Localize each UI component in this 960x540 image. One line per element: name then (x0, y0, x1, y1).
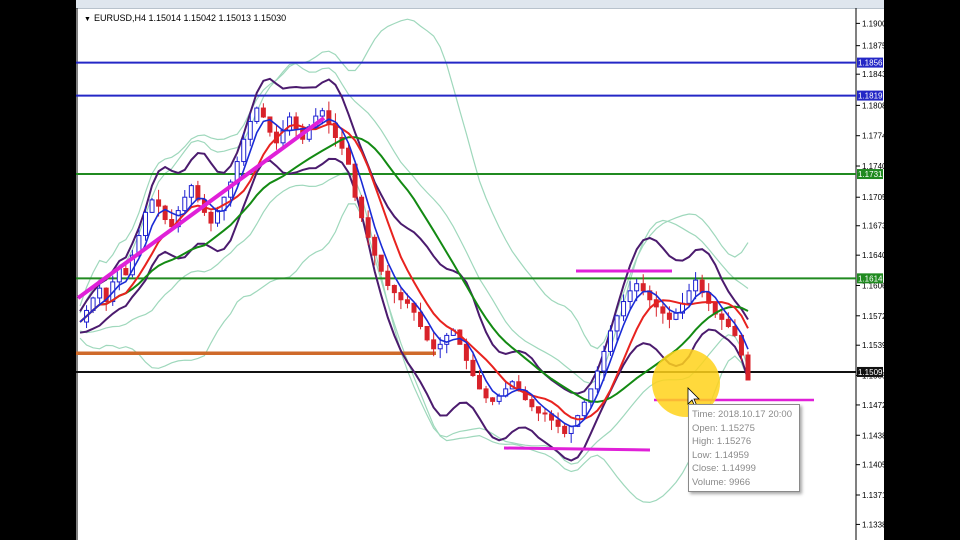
level-price-label: 1.1509 (858, 368, 883, 377)
chart-window: 1.19001.18751.18431.18081.17741.17401.17… (76, 0, 884, 540)
candle-body (686, 290, 692, 304)
level-price-label: 1.1731 (858, 170, 883, 179)
candle-body (562, 425, 568, 434)
tooltip-open: Open: 1.15275 (692, 422, 755, 434)
y-tick-label: 1.1539 (862, 341, 884, 350)
candle-body (215, 210, 221, 224)
candle-body (254, 107, 260, 122)
candle-body (607, 330, 613, 352)
candle-body (627, 290, 633, 303)
y-tick-label: 1.1572 (862, 312, 884, 321)
symbol-quote: EURUSD,H4 1.15014 1.15042 1.15013 1.1503… (93, 13, 287, 23)
blue-moving-average (79, 118, 749, 428)
candle-body (359, 196, 365, 219)
candle-body (372, 236, 378, 256)
candle-body (418, 311, 424, 327)
candle-body (346, 147, 352, 165)
candle-body (601, 350, 607, 372)
candle-body (490, 397, 496, 402)
y-tick-label: 1.1371 (862, 491, 884, 500)
candle-body (463, 343, 469, 361)
candle-body (732, 325, 738, 336)
candle-body (634, 283, 640, 292)
y-tick-label: 1.1843 (862, 70, 884, 79)
candle-body (496, 395, 502, 402)
y-tick-label: 1.1405 (862, 461, 884, 470)
candle-body (365, 217, 371, 238)
tooltip-close: Close: 1.14999 (692, 463, 756, 475)
candle-body (241, 138, 247, 163)
level-price-label: 1.1819 (858, 92, 883, 101)
candle-body (247, 120, 253, 140)
candle-body (260, 107, 266, 118)
candle-body (444, 334, 450, 345)
candle-body (182, 196, 188, 212)
candle-body (378, 254, 384, 272)
y-tick-label: 1.1774 (862, 132, 884, 141)
y-tick-label: 1.1438 (862, 431, 884, 440)
candle-body (123, 268, 129, 276)
candle-body (745, 354, 751, 381)
candle-body (542, 412, 548, 415)
candle-body (156, 199, 162, 207)
y-tick-label: 1.1875 (862, 42, 884, 51)
candle-body (149, 199, 155, 213)
candle-body (188, 185, 194, 198)
candle-body (666, 312, 672, 320)
candle-body (398, 292, 404, 301)
candle-body (614, 315, 620, 332)
tooltip-low: Low: 1.14959 (692, 449, 750, 461)
y-tick-label: 1.1673 (862, 222, 884, 231)
candle-body (660, 306, 666, 314)
candle-body (476, 375, 482, 390)
tooltip-time: Time: 2018.10.17 20:00 (692, 409, 792, 420)
candle-body (352, 163, 358, 198)
candle-body (621, 301, 627, 317)
candle-body (699, 279, 705, 294)
candle-body (142, 211, 148, 237)
candle-body (673, 312, 679, 320)
y-tick-label: 1.1472 (862, 401, 884, 410)
level-price-label: 1.1614 (858, 274, 883, 283)
candle-body (555, 419, 561, 427)
candle-body (431, 339, 437, 350)
y-tick-label: 1.1338 (862, 520, 884, 529)
y-tick-label: 1.1705 (862, 193, 884, 202)
price-tooltip: Time: 2018.10.17 20:00 Open: 1.15275 Hig… (688, 404, 800, 492)
tooltip-high: High: 1.15276 (692, 436, 752, 448)
tooltip-volume: Volume: 9966 (692, 476, 751, 488)
y-tick-label: 1.1640 (862, 251, 884, 260)
candle-body (529, 399, 535, 408)
candle-body (97, 287, 103, 299)
envelope-upper-line (79, 77, 749, 395)
candle-body (162, 205, 168, 221)
candle-body (326, 110, 332, 124)
candle-body (535, 406, 541, 414)
candle-body (208, 211, 214, 224)
candle-body (470, 359, 476, 377)
candle-body (693, 279, 699, 292)
candle-body (385, 270, 391, 286)
candle-body (725, 318, 731, 327)
level-price-label: 1.1856 (858, 59, 883, 68)
candle-body (391, 284, 397, 294)
candle-body (719, 313, 725, 320)
y-tick-label: 1.1808 (862, 101, 884, 110)
chevron-down-icon[interactable]: ▼ (84, 16, 91, 23)
candle-body (319, 110, 325, 117)
candle-body (437, 343, 443, 350)
magenta-support-mark (503, 446, 651, 452)
candle-body (483, 388, 489, 399)
candle-body (404, 299, 410, 304)
candle-body (594, 370, 600, 390)
candle-body (640, 283, 646, 292)
candle-body (293, 116, 299, 130)
symbol-label: ▼ EURUSD,H4 1.15014 1.15042 1.15013 1.150… (84, 13, 286, 23)
y-tick-label: 1.1900 (862, 19, 884, 28)
candle-body (424, 325, 430, 341)
candle-body (581, 401, 587, 417)
